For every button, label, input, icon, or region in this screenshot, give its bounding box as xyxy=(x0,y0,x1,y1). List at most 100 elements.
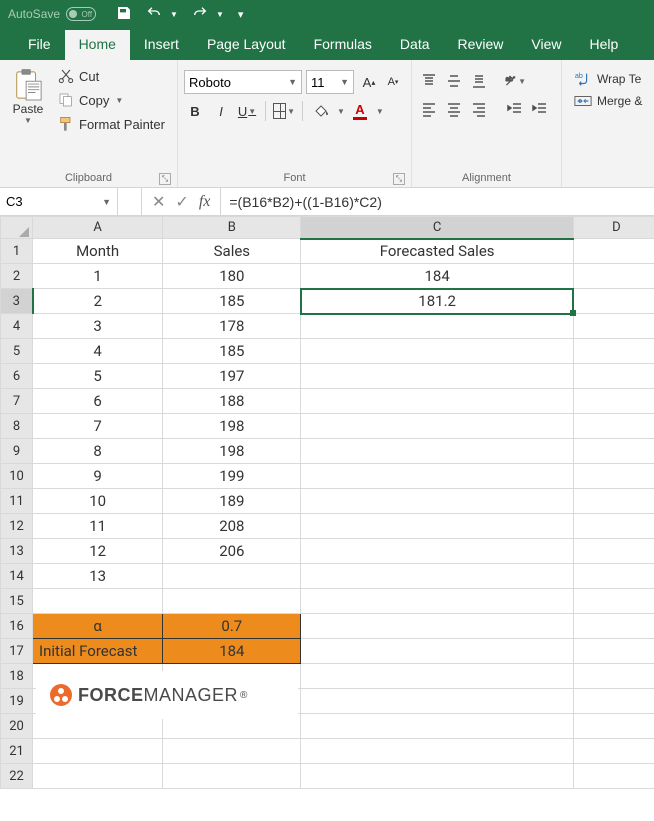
cell-A14[interactable]: 13 xyxy=(33,564,163,589)
tab-data[interactable]: Data xyxy=(386,30,444,60)
cell-B9[interactable]: 198 xyxy=(163,439,301,464)
col-header-B[interactable]: B xyxy=(163,217,301,239)
cell-B8[interactable]: 198 xyxy=(163,414,301,439)
row-header-20[interactable]: 20 xyxy=(1,714,33,739)
row-header-11[interactable]: 11 xyxy=(1,489,33,514)
cell-A11[interactable]: 10 xyxy=(33,489,163,514)
font-name-combo[interactable]: Roboto▼ xyxy=(184,70,302,94)
cell-D15[interactable] xyxy=(573,589,654,614)
cell-C12[interactable] xyxy=(301,514,573,539)
cell-C22[interactable] xyxy=(301,764,573,789)
name-box[interactable]: C3▼ xyxy=(0,188,118,215)
cell-D19[interactable] xyxy=(573,689,654,714)
cell-A5[interactable]: 4 xyxy=(33,339,163,364)
row-header-10[interactable]: 10 xyxy=(1,464,33,489)
fill-color-button[interactable] xyxy=(310,100,332,122)
formula-input[interactable]: =(B16*B2)+((1-B16)*C2) xyxy=(221,188,654,215)
cell-B1[interactable]: Sales xyxy=(163,239,301,264)
cell-A22[interactable] xyxy=(33,764,163,789)
save-icon[interactable] xyxy=(116,5,132,24)
select-all-corner[interactable] xyxy=(1,217,33,239)
row-header-6[interactable]: 6 xyxy=(1,364,33,389)
cell-B22[interactable] xyxy=(163,764,301,789)
row-header-12[interactable]: 12 xyxy=(1,514,33,539)
cell-D11[interactable] xyxy=(573,489,654,514)
row-header-4[interactable]: 4 xyxy=(1,314,33,339)
row-header-21[interactable]: 21 xyxy=(1,739,33,764)
cell-A17[interactable]: Initial Forecast xyxy=(33,639,163,664)
spreadsheet[interactable]: ABCD1MonthSalesForecasted Sales211801843… xyxy=(0,216,654,789)
cell-C9[interactable] xyxy=(301,439,573,464)
cell-A7[interactable]: 6 xyxy=(33,389,163,414)
merge-center-button[interactable]: Merge & xyxy=(574,92,648,110)
cell-A9[interactable]: 8 xyxy=(33,439,163,464)
row-header-13[interactable]: 13 xyxy=(1,539,33,564)
cell-C17[interactable] xyxy=(301,639,573,664)
align-left-icon[interactable] xyxy=(418,98,440,120)
cell-B6[interactable]: 197 xyxy=(163,364,301,389)
cell-C21[interactable] xyxy=(301,739,573,764)
autosave-toggle[interactable]: AutoSave Off xyxy=(8,7,96,21)
tab-page-layout[interactable]: Page Layout xyxy=(193,30,300,60)
row-header-9[interactable]: 9 xyxy=(1,439,33,464)
redo-icon[interactable] xyxy=(192,5,208,24)
col-header-A[interactable]: A xyxy=(33,217,163,239)
cell-B10[interactable]: 199 xyxy=(163,464,301,489)
row-header-7[interactable]: 7 xyxy=(1,389,33,414)
row-header-3[interactable]: 3 xyxy=(1,289,33,314)
cell-D5[interactable] xyxy=(573,339,654,364)
align-bottom-icon[interactable] xyxy=(468,70,490,92)
cell-C1[interactable]: Forecasted Sales xyxy=(301,239,573,264)
cell-B21[interactable] xyxy=(163,739,301,764)
cell-D6[interactable] xyxy=(573,364,654,389)
row-header-8[interactable]: 8 xyxy=(1,414,33,439)
cell-A3[interactable]: 2 xyxy=(33,289,163,314)
cell-C20[interactable] xyxy=(301,714,573,739)
align-middle-icon[interactable] xyxy=(443,70,465,92)
cell-A10[interactable]: 9 xyxy=(33,464,163,489)
qat-customize-icon[interactable]: ▾ xyxy=(238,8,244,21)
copy-button[interactable]: Copy▼ xyxy=(54,90,169,110)
cell-A1[interactable]: Month xyxy=(33,239,163,264)
cell-C15[interactable] xyxy=(301,589,573,614)
format-painter-button[interactable]: Format Painter xyxy=(54,114,169,134)
tab-insert[interactable]: Insert xyxy=(130,30,193,60)
cell-C10[interactable] xyxy=(301,464,573,489)
cell-A13[interactable]: 12 xyxy=(33,539,163,564)
col-header-C[interactable]: C xyxy=(301,217,573,239)
cell-D1[interactable] xyxy=(573,239,654,264)
row-header-15[interactable]: 15 xyxy=(1,589,33,614)
cell-C13[interactable] xyxy=(301,539,573,564)
row-header-5[interactable]: 5 xyxy=(1,339,33,364)
font-size-combo[interactable]: 11▼ xyxy=(306,70,354,94)
align-right-icon[interactable] xyxy=(468,98,490,120)
cell-B7[interactable]: 188 xyxy=(163,389,301,414)
increase-font-icon[interactable]: A▴ xyxy=(358,71,380,93)
row-header-18[interactable]: 18 xyxy=(1,664,33,689)
cell-C8[interactable] xyxy=(301,414,573,439)
row-header-2[interactable]: 2 xyxy=(1,264,33,289)
cell-C2[interactable]: 184 xyxy=(301,264,573,289)
cell-C11[interactable] xyxy=(301,489,573,514)
cell-D17[interactable] xyxy=(573,639,654,664)
tab-formulas[interactable]: Formulas xyxy=(300,30,386,60)
cell-A2[interactable]: 1 xyxy=(33,264,163,289)
align-top-icon[interactable] xyxy=(418,70,440,92)
cell-D20[interactable] xyxy=(573,714,654,739)
cell-A8[interactable]: 7 xyxy=(33,414,163,439)
cell-D7[interactable] xyxy=(573,389,654,414)
cell-A21[interactable] xyxy=(33,739,163,764)
cell-D12[interactable] xyxy=(573,514,654,539)
borders-button[interactable]: ▼ xyxy=(273,100,295,122)
cell-B11[interactable]: 189 xyxy=(163,489,301,514)
cell-B4[interactable]: 178 xyxy=(163,314,301,339)
cut-button[interactable]: Cut xyxy=(54,66,169,86)
cell-D16[interactable] xyxy=(573,614,654,639)
cell-D10[interactable] xyxy=(573,464,654,489)
cell-D9[interactable] xyxy=(573,439,654,464)
cell-C14[interactable] xyxy=(301,564,573,589)
bold-button[interactable]: B xyxy=(184,100,206,122)
italic-button[interactable]: I xyxy=(210,100,232,122)
cell-D3[interactable] xyxy=(573,289,654,314)
cell-B12[interactable]: 208 xyxy=(163,514,301,539)
